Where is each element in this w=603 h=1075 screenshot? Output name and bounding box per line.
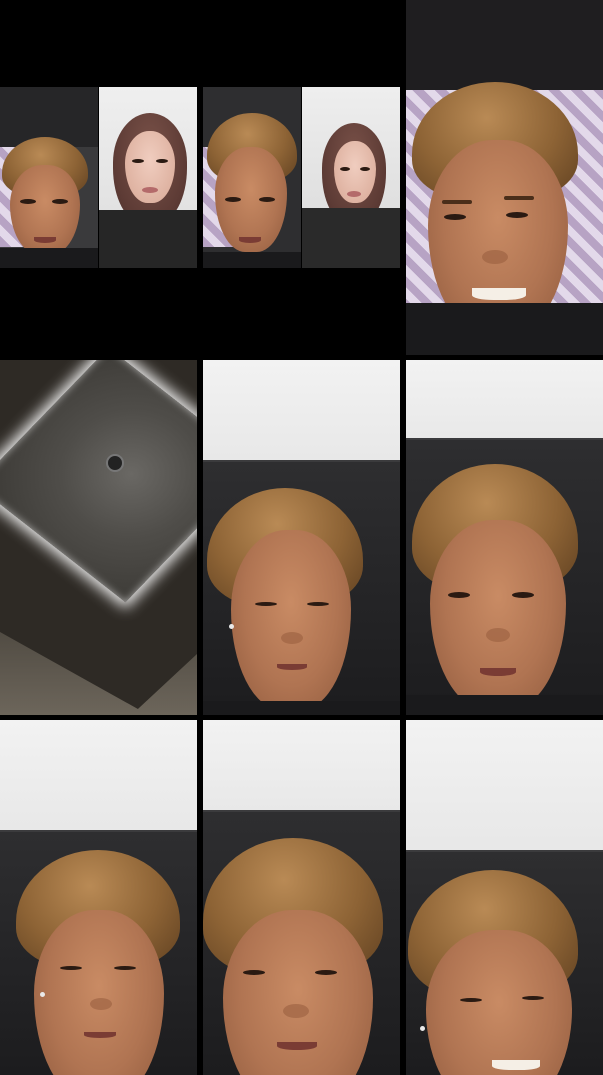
call-frame-her xyxy=(302,87,400,268)
face xyxy=(231,530,351,710)
wall xyxy=(406,720,603,870)
tile-ceiling-light xyxy=(0,360,197,715)
tile-selfie-2 xyxy=(406,360,603,715)
tile-selfie-looking-down-3 xyxy=(203,720,400,1075)
face xyxy=(34,910,164,1075)
earring xyxy=(40,992,45,997)
call-frame-him xyxy=(203,87,301,268)
tile-selfie-smiling-2 xyxy=(406,720,603,1075)
face xyxy=(223,910,373,1075)
call-frame-him xyxy=(0,87,98,268)
earring xyxy=(229,624,234,629)
call-frame-her xyxy=(99,87,197,268)
tile-video-call-2 xyxy=(203,0,400,355)
ceiling-light-fixture xyxy=(106,454,124,472)
face xyxy=(426,930,572,1075)
tile-selfie-looking-down-1 xyxy=(203,360,400,715)
earring xyxy=(420,1026,425,1031)
tile-selfie-looking-down-2 xyxy=(0,720,197,1075)
tile-video-call-1 xyxy=(0,0,197,355)
photo-grid xyxy=(0,0,603,1075)
tile-selfie-smiling-1 xyxy=(406,0,603,355)
face xyxy=(430,520,566,710)
